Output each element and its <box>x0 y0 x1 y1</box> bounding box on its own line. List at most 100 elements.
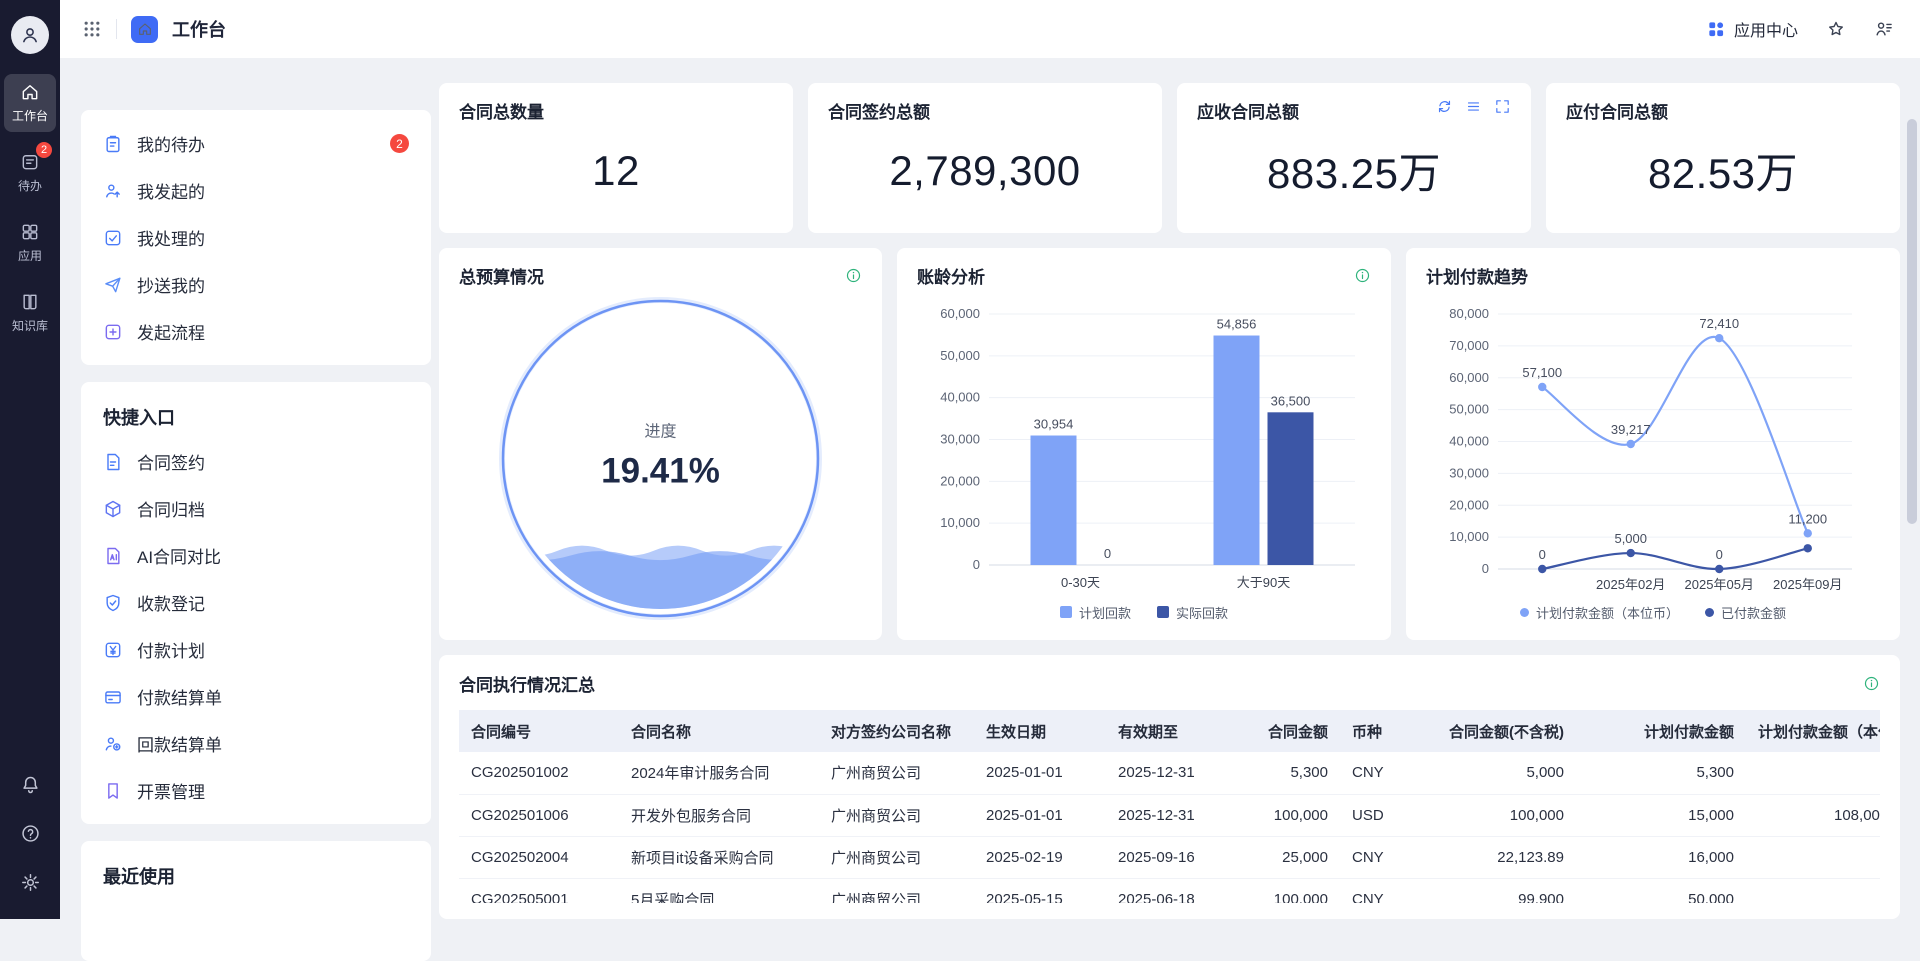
quick-item-ai-contract-compare[interactable]: AI合同对比 <box>93 532 419 579</box>
table-row[interactable]: CG2025010022024年审计服务合同广州商贸公司2025-01-0120… <box>459 752 1880 794</box>
quick-item-invoice-management[interactable]: 开票管理 <box>93 767 419 814</box>
table-cell: 2025-02-19 <box>974 836 1106 878</box>
stat-card-total-contracts: 合同总数量12 <box>439 83 793 233</box>
nav-item-initiated-by-me[interactable]: 我发起的 <box>93 167 419 214</box>
column-header[interactable]: 计划付款金额（本位币） <box>1746 710 1880 752</box>
table-title: 合同执行情况汇总 <box>459 671 595 696</box>
info-icon[interactable] <box>1354 267 1371 284</box>
nav-item-label: 合同归档 <box>137 496 205 521</box>
page-title: 工作台 <box>172 16 226 42</box>
budget-gauge-card: 总预算情况 进度19.41% <box>439 248 882 640</box>
legend-label: 实际回款 <box>1176 603 1228 622</box>
table-cell: 2024年审计服务合同 <box>619 752 819 794</box>
bell-icon[interactable] <box>20 774 41 795</box>
svg-text:60,000: 60,000 <box>1449 370 1489 385</box>
legend-item[interactable]: 已付款金额 <box>1705 603 1786 622</box>
svg-text:60,000: 60,000 <box>940 306 980 321</box>
legend-item[interactable]: 计划付款金额（本位币） <box>1520 603 1679 622</box>
table-cell: USD <box>1340 794 1436 836</box>
nav-item-my-todo[interactable]: 我的待办2 <box>93 120 419 167</box>
column-header[interactable]: 合同金额(不含税) <box>1436 710 1576 752</box>
expand-icon[interactable] <box>1494 98 1511 115</box>
table-cell: CNY <box>1340 752 1436 794</box>
quick-item-contract-sign[interactable]: 合同签约 <box>93 438 419 485</box>
quick-item-receipt-register[interactable]: 收款登记 <box>93 579 419 626</box>
table-cell: CG202501006 <box>459 794 619 836</box>
knowledge-icon <box>20 292 40 312</box>
quick-item-contract-archive[interactable]: 合同归档 <box>93 485 419 532</box>
column-header[interactable]: 生效日期 <box>974 710 1106 752</box>
legend-label: 计划付款金额（本位币） <box>1536 603 1679 622</box>
card-head: 总预算情况 <box>459 263 862 288</box>
table-row[interactable]: CG202502004新项目it设备采购合同广州商贸公司2025-02-1920… <box>459 836 1880 878</box>
table-cell: 99,900 <box>1436 878 1576 903</box>
nav-item-label: 我处理的 <box>137 225 205 250</box>
legend-marker <box>1157 606 1169 618</box>
nav-item-cc-to-me[interactable]: 抄送我的 <box>93 261 419 308</box>
table-row[interactable]: CG2025050015月采购合同广州商贸公司2025-05-152025-06… <box>459 878 1880 903</box>
topbar-left: 工作台 <box>82 16 226 43</box>
card-title: 账龄分析 <box>917 263 985 288</box>
column-header[interactable]: 合同名称 <box>619 710 819 752</box>
list-icon[interactable] <box>1465 98 1482 115</box>
column-header[interactable]: 对方签约公司名称 <box>819 710 974 752</box>
nav-item-processed-by-me[interactable]: 我处理的 <box>93 214 419 261</box>
rail-item-knowledge[interactable]: 知识库 <box>4 284 56 342</box>
favorite-star-icon[interactable] <box>1826 19 1846 39</box>
svg-text:0: 0 <box>1539 547 1546 562</box>
person-coin-icon <box>103 734 123 754</box>
topbar-right: 应用中心 <box>1706 17 1894 41</box>
app-grid-icon[interactable] <box>82 19 102 39</box>
legend-item[interactable]: 计划回款 <box>1060 603 1131 622</box>
rail-item-label: 工作台 <box>12 107 48 124</box>
info-icon[interactable] <box>845 267 862 284</box>
svg-text:0: 0 <box>1482 561 1489 576</box>
quick-item-receipt-settlement[interactable]: 回款结算单 <box>93 720 419 767</box>
table-cell: 2025-12-31 <box>1106 752 1238 794</box>
trend-chart-legend: 计划付款金额（本位币） 已付款金额 <box>1426 599 1880 625</box>
column-header[interactable]: 币种 <box>1340 710 1436 752</box>
quick-item-payment-settlement[interactable]: 付款结算单 <box>93 673 419 720</box>
left-rail: 工作台待办2 应用知识库 <box>0 0 60 919</box>
nav-item-label: 付款计划 <box>137 637 205 662</box>
quick-item-payment-plan[interactable]: 付款计划 <box>93 626 419 673</box>
table-header-row: 合同编号合同名称对方签约公司名称生效日期有效期至合同金额币种合同金额(不含税)计… <box>459 710 1880 752</box>
scrollbar-thumb[interactable] <box>1907 119 1917 524</box>
rail-item-label: 知识库 <box>12 317 48 334</box>
nav-item-label: 回款结算单 <box>137 731 222 756</box>
table-cell: CG202505001 <box>459 878 619 903</box>
question-icon[interactable] <box>20 823 41 844</box>
contract-table-wrap: 合同编号合同名称对方签约公司名称生效日期有效期至合同金额币种合同金额(不含税)计… <box>459 710 1880 903</box>
rail-item-label: 待办 <box>18 177 42 194</box>
column-header[interactable]: 计划付款金额 <box>1576 710 1746 752</box>
legend-item[interactable]: 实际回款 <box>1157 603 1228 622</box>
column-header[interactable]: 合同编号 <box>459 710 619 752</box>
table-cell: 5,300 <box>1238 752 1340 794</box>
column-header[interactable]: 有效期至 <box>1106 710 1238 752</box>
table-cell: 2025-12-31 <box>1106 794 1238 836</box>
rail-item-todo[interactable]: 待办2 <box>4 144 56 202</box>
column-header[interactable]: 合同金额 <box>1238 710 1340 752</box>
svg-text:19.41%: 19.41% <box>601 452 720 491</box>
app-center-button[interactable]: 应用中心 <box>1706 17 1798 41</box>
rail-item-workbench[interactable]: 工作台 <box>4 74 56 132</box>
nav-item-label: 付款结算单 <box>137 684 222 709</box>
app-center-label: 应用中心 <box>1734 17 1798 41</box>
svg-text:50,000: 50,000 <box>1449 402 1489 417</box>
gear-icon[interactable] <box>20 872 41 893</box>
rail-item-apps[interactable]: 应用 <box>4 214 56 272</box>
svg-text:10,000: 10,000 <box>940 515 980 530</box>
stat-head: 应收合同总额 <box>1197 98 1511 123</box>
aging-analysis-card: 账龄分析 010,00020,00030,00040,00050,00060,0… <box>897 248 1391 640</box>
contacts-icon[interactable] <box>1874 19 1894 39</box>
nav-item-start-process[interactable]: 发起流程 <box>93 308 419 355</box>
refresh-icon[interactable] <box>1436 98 1453 115</box>
table-row[interactable]: CG202501006开发外包服务合同广州商贸公司2025-01-012025-… <box>459 794 1880 836</box>
table-cell: 2025-06-18 <box>1106 878 1238 903</box>
table-cell: 开发外包服务合同 <box>619 794 819 836</box>
table-cell: CNY <box>1340 836 1436 878</box>
table-cell <box>1746 836 1880 878</box>
badge: 2 <box>390 134 409 153</box>
avatar[interactable] <box>11 16 49 54</box>
info-icon[interactable] <box>1863 675 1880 692</box>
